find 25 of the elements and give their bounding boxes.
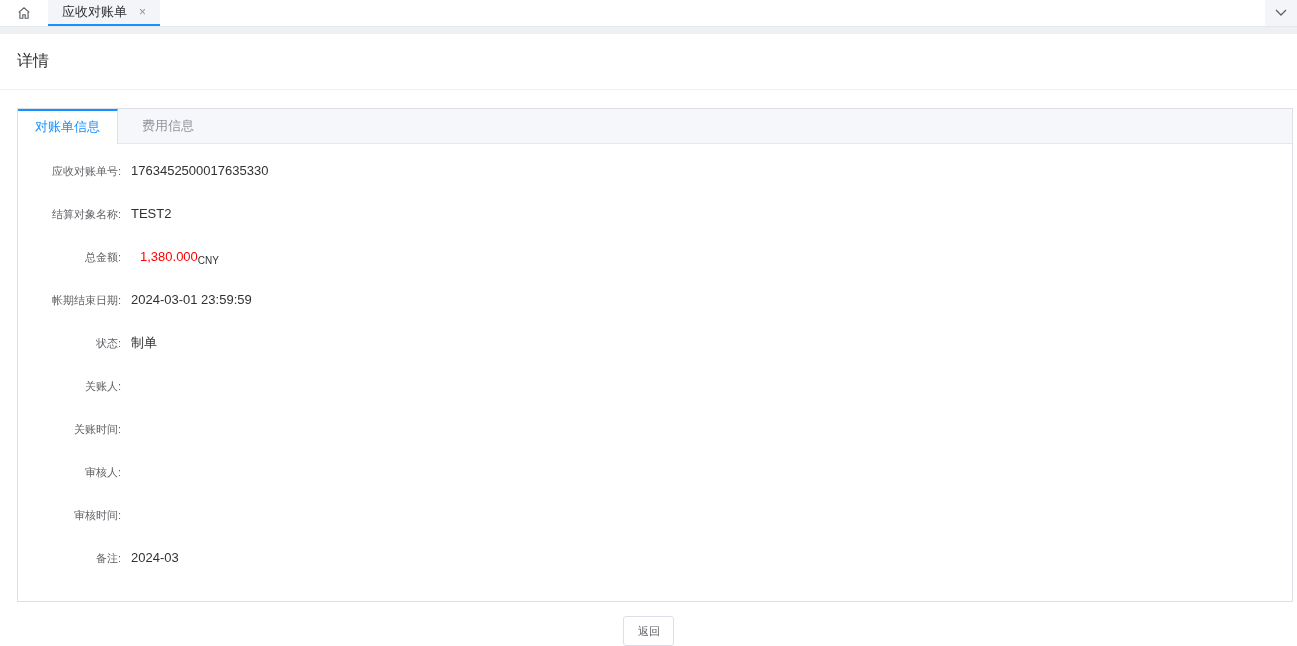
field-label: 总金额: <box>83 249 122 265</box>
field-label: 应收对账单号: <box>50 163 122 179</box>
field-label: 审核人: <box>83 464 122 480</box>
amount-value: 1,380.000$_{CNY}$ <box>140 248 219 267</box>
section-tab[interactable]: 费用信息 <box>118 108 218 143</box>
home-icon <box>17 5 31 20</box>
field-label: 备注: <box>94 550 122 566</box>
field-value: TEST2 <box>131 205 172 224</box>
field-label: 结算对象名称: <box>50 206 122 222</box>
chevron-down-icon <box>1275 8 1287 17</box>
back-button[interactable]: 返回 <box>623 616 674 646</box>
field-value: 1763452500017635330 <box>131 162 269 181</box>
page-title: 详情 <box>17 51 49 72</box>
field-value: 2024-03-01 23:59:59 <box>131 291 252 310</box>
section-tab[interactable]: 对账单信息 <box>18 108 118 144</box>
field-label: 关账时间: <box>72 421 122 437</box>
field-value: 制单 <box>131 334 157 353</box>
field-label: 状态: <box>94 335 122 351</box>
field-label: 审核时间: <box>72 507 122 523</box>
field-value: 2024-03 <box>131 549 179 568</box>
field-label: 关账人: <box>83 378 122 394</box>
field-label: 帐期结束日期: <box>50 292 122 308</box>
dropdown-button[interactable] <box>1265 0 1297 26</box>
close-button[interactable]: × <box>139 2 146 21</box>
page-tab[interactable]: 应收对账单 × <box>48 0 160 26</box>
